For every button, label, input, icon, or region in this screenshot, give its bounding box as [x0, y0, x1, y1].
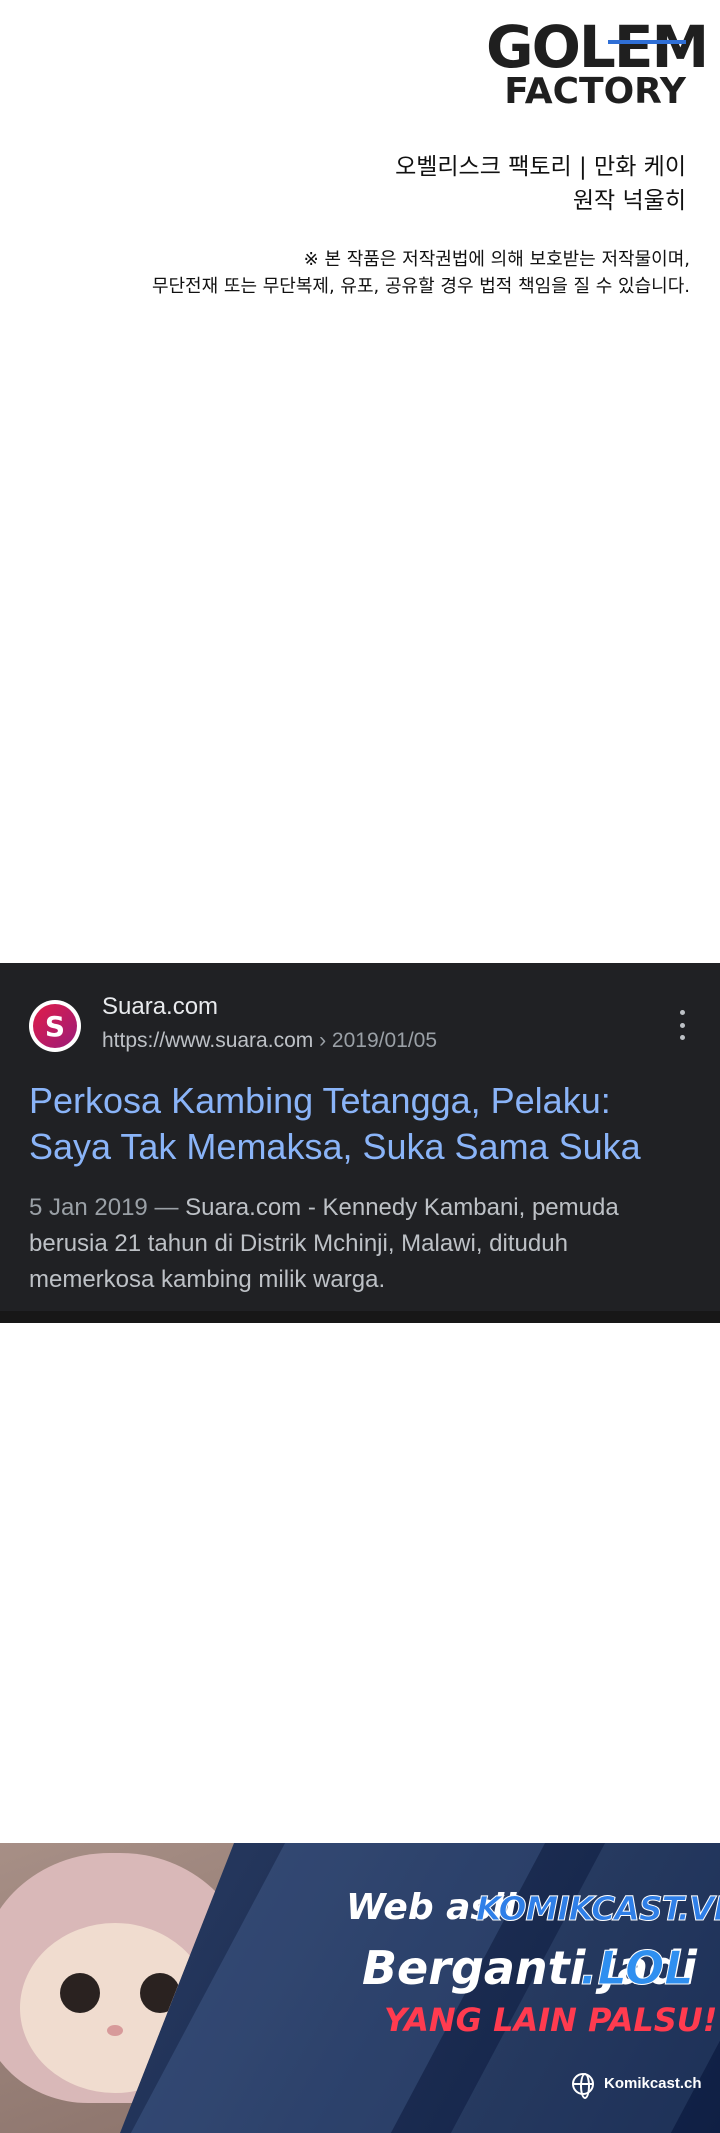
banner-old-domain: KOMIKCAST.VIP — [475, 1889, 720, 1929]
result-url-domain: https://www.suara.com — [102, 1029, 314, 1052]
more-vert-icon[interactable] — [672, 1010, 692, 1040]
favicon-letter: S — [33, 1004, 77, 1048]
result-date: 5 Jan 2019 — — [29, 1194, 186, 1221]
result-site-name[interactable]: Suara.com — [102, 993, 218, 1021]
result-url-path: › 2019/01/05 — [313, 1029, 438, 1052]
credits-studio: 오벨리스크 팩토리 | 만화 케이 — [395, 154, 686, 180]
result-url[interactable]: https://www.suara.com › 2019/01/05 — [102, 1029, 437, 1053]
notice-line-2: 무단전재 또는 무단복제, 유포, 공유할 경우 법적 책임을 질 수 있습니다… — [151, 276, 690, 297]
komikcast-banner[interactable]: Web asli KOMIKCAST.VIP Berganti jadi .LO… — [0, 1843, 720, 2133]
golem-factory-logo: GOLEM FACTORY — [486, 13, 709, 110]
logo-line-golem: GOLEM — [486, 13, 709, 81]
globe-icon — [572, 2073, 594, 2099]
banner-site-name: Komikcast.ch — [604, 2075, 702, 2092]
credits-original: 원작 넉울히 — [572, 188, 686, 214]
notice-line-1: ※ 본 작품은 저작권법에 의해 보호받는 저작물이며, — [303, 249, 690, 270]
copyright-notice: ※ 본 작품은 저작권법에 의해 보호받는 저작물이며, 무단전재 또는 무단복… — [152, 246, 690, 300]
credits: 오벨리스크 팩토리 | 만화 케이 원작 넉울히 — [395, 150, 686, 218]
site-favicon[interactable]: S — [29, 1000, 81, 1052]
banner-new-domain: .LOL — [580, 1941, 695, 1996]
result-title-link[interactable]: Perkosa Kambing Tetangga, Pelaku: Saya T… — [29, 1078, 689, 1170]
result-snippet: 5 Jan 2019 — Suara.com - Kennedy Kambani… — [29, 1190, 699, 1298]
banner-warning: YANG LAIN PALSU! — [384, 2001, 718, 2039]
